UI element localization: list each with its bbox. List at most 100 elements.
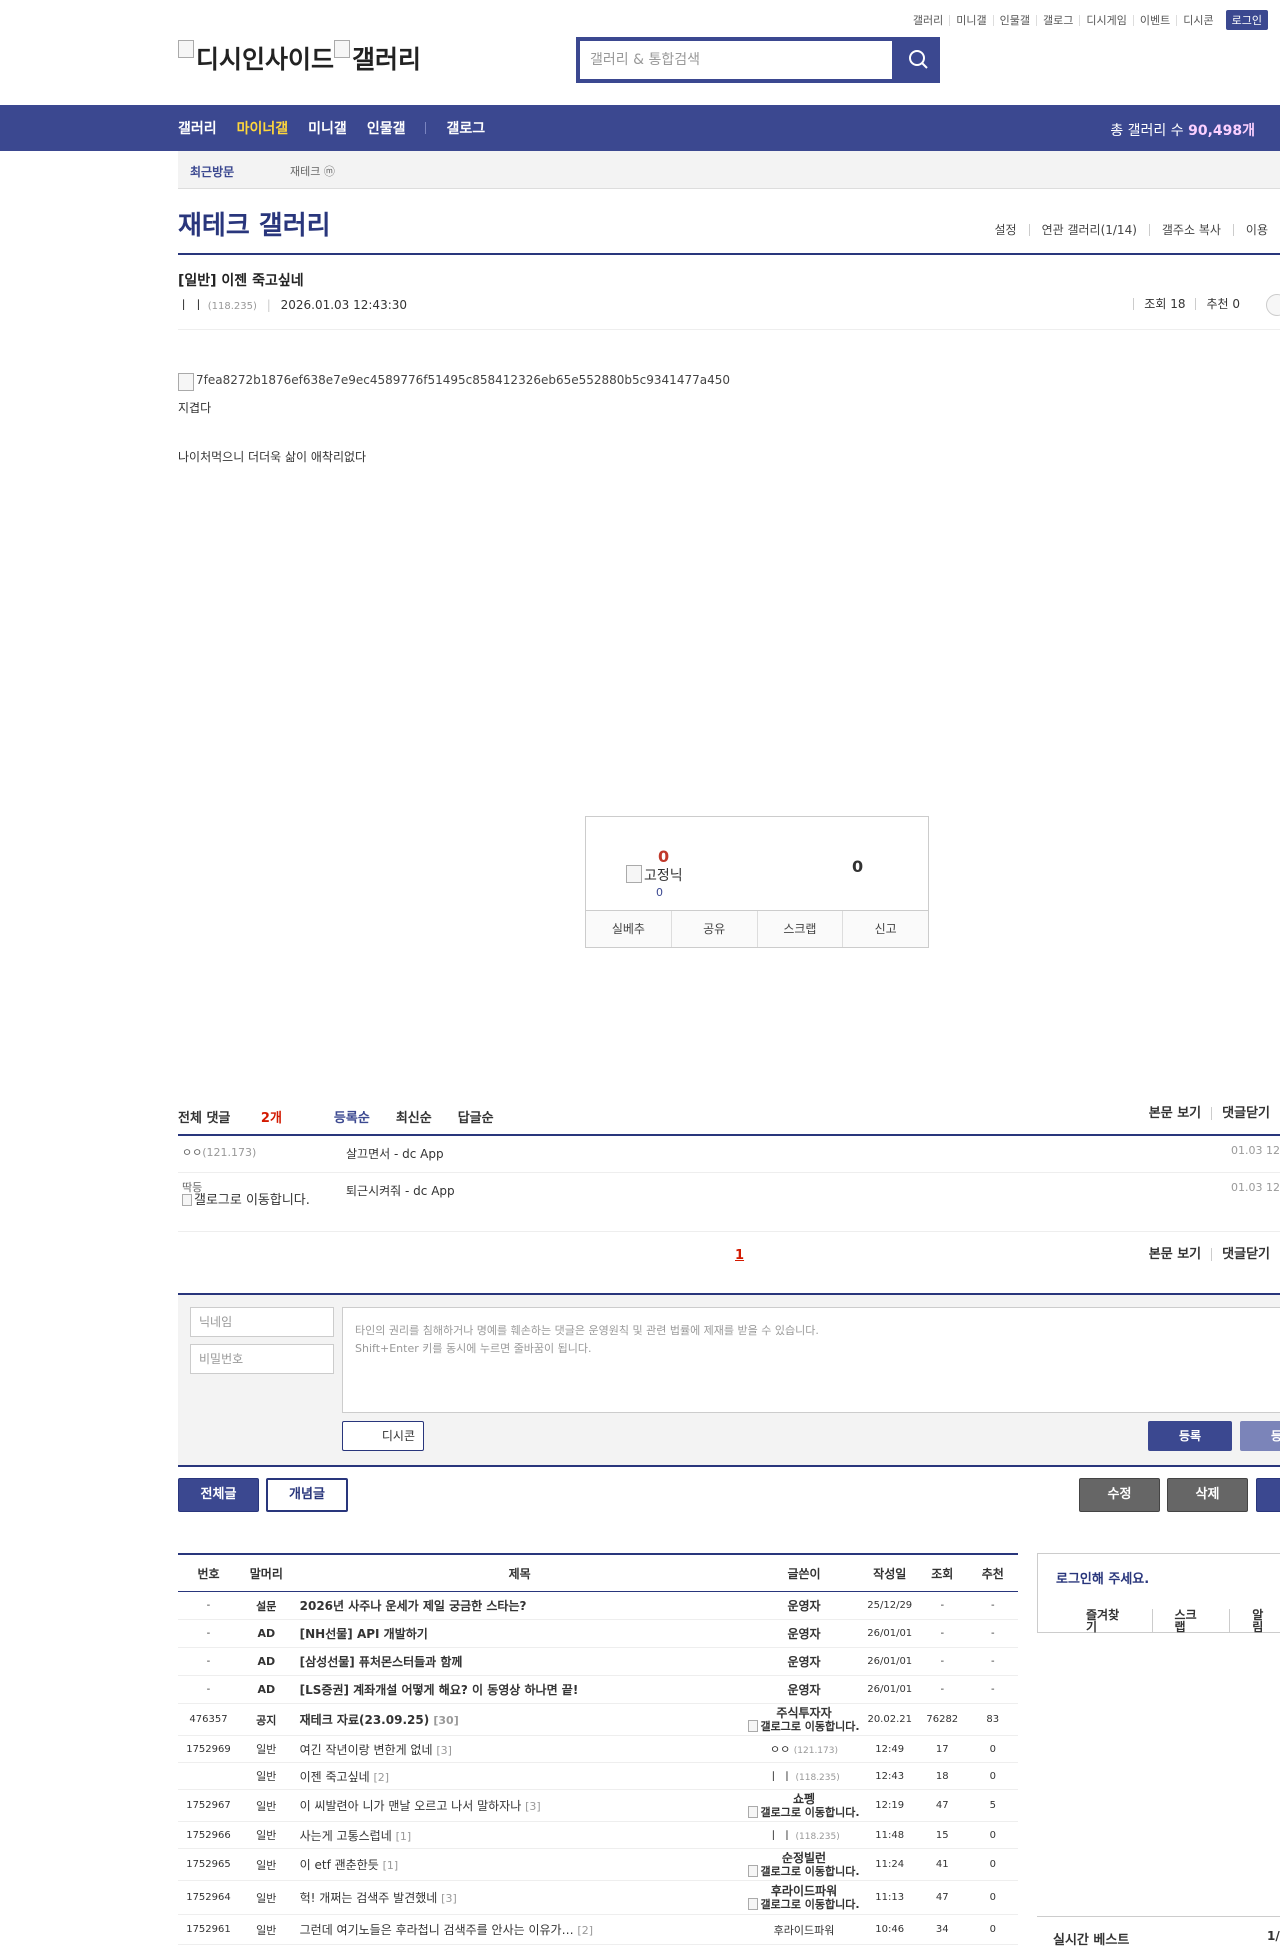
writer-name[interactable]: 운영자 [787, 1683, 820, 1697]
comment-nick[interactable]: ㅇㅇ(121.173) [182, 1144, 256, 1160]
view-body-button[interactable]: 본문 보기 [1139, 1107, 1211, 1120]
post-title-link[interactable]: 사는게 고통스럽네 [300, 1829, 392, 1843]
nav-minor-gallery[interactable]: 마이너갤 [237, 118, 289, 138]
top-link-dccon[interactable]: 디시콘 [1176, 14, 1219, 26]
notifications-link[interactable]: 알림 [1229, 1609, 1280, 1633]
share-button[interactable]: 공유 [670, 911, 757, 947]
dccon-button[interactable]: 디시콘 [342, 1421, 424, 1451]
view-body-button[interactable]: 본문 보기 [1139, 1248, 1211, 1261]
post-row[interactable]: 1752969 일반 여긴 작년이랑 변한게 없네 [3] ㅇㅇ (121.173) 1… [178, 1735, 1018, 1763]
not-recommend-count[interactable]: 0 [852, 857, 863, 876]
post-title-link[interactable]: [삼성선물] 퓨처몬스터들과 함께 [300, 1655, 463, 1669]
writer-name[interactable]: 후라이드파워 [774, 1924, 835, 1937]
post-title-link[interactable]: 이젠 죽고싶네 [300, 1770, 370, 1784]
comment-nick[interactable]: 딱등 갤로그로 이동합니다. [182, 1181, 312, 1207]
nav-mini-gallery[interactable]: 미니갤 [308, 118, 347, 138]
gallog-link[interactable]: 갤로그로 이동합니다. [760, 1806, 859, 1819]
reply-count[interactable]: [30] [433, 1714, 458, 1727]
sort-replies[interactable]: 답글순 [458, 1107, 494, 1126]
post-title-cell[interactable]: 사는게 고통스럽네 [1] [293, 1821, 746, 1849]
post-row[interactable]: 1752967 일반 이 씨발련아 니가 맨날 오르고 나서 말하자나 [3] 쇼펭 갤… [178, 1789, 1018, 1822]
post-option-button[interactable] [1266, 294, 1280, 316]
reply-count[interactable]: [2] [374, 1771, 390, 1784]
post-title-link[interactable]: 헉! 개쩌는 검색주 발견했네 [300, 1891, 438, 1905]
post-title-cell[interactable]: [LS증권] 계좌개설 어떻게 해요? 이 동영상 하나면 끝! [293, 1675, 746, 1704]
post-row[interactable]: 1752965 일반 이 etf 괜춘한듯 [1] 순정빌런 갤로그로 이동합니다. 11… [178, 1848, 1018, 1881]
post-row[interactable]: - AD [LS증권] 계좌개설 어떻게 해요? 이 동영상 하나면 끝! 운영자 2… [178, 1675, 1018, 1704]
scrap-button[interactable]: 스크랩 [756, 911, 843, 947]
post-row[interactable]: 1752964 일반 헉! 개쩌는 검색주 발견했네 [3] 후라이드파워 갤로그로 이… [178, 1880, 1018, 1915]
writer-name[interactable]: ㅇㅇ [770, 1743, 790, 1756]
top-link-person[interactable]: 인물갤 [992, 14, 1036, 26]
usage-link[interactable]: 이용 [1232, 224, 1280, 236]
close-comments-button[interactable]: 댓글닫기 [1211, 1248, 1280, 1261]
gallog-link[interactable]: 갤로그로 이동합니다. [194, 1193, 310, 1208]
post-title-link[interactable]: 그런데 여기노들은 후라첩니 검색주를 안사는 이유가… [300, 1923, 574, 1937]
concept-posts-button[interactable]: 개념글 [266, 1478, 348, 1512]
post-row[interactable]: 일반 이젠 죽고싶네 [2] ㅣ ㅣ (118.235) 12:43 18 0 [178, 1762, 1018, 1790]
post-title-cell[interactable]: 그런데 여기노들은 후라첩니 검색주를 안사는 이유가… [2] [293, 1914, 746, 1945]
writer-name[interactable]: ㅣ ㅣ [768, 1829, 792, 1842]
write-button[interactable] [1256, 1478, 1280, 1512]
reply-count[interactable]: [3] [441, 1892, 457, 1905]
login-prompt[interactable]: 로그인해 주세요. [1056, 1568, 1149, 1587]
writer-name[interactable]: 후라이드파워 [746, 1884, 863, 1898]
comment-page-number[interactable]: 1 [735, 1248, 744, 1263]
password-input[interactable] [190, 1344, 334, 1374]
gallery-settings-link[interactable]: 설정 [982, 224, 1028, 236]
post-row[interactable]: 1752961 일반 그런데 여기노들은 후라첩니 검색주를 안사는 이유가… [2… [178, 1914, 1018, 1945]
gallog-link[interactable]: 갤로그로 이동합니다. [760, 1865, 859, 1878]
post-title-cell[interactable]: 이 etf 괜춘한듯 [1] [293, 1848, 746, 1881]
writer-name[interactable]: 순정빌런 [746, 1851, 863, 1865]
post-title-cell[interactable]: [NH선물] API 개발하기 [293, 1619, 746, 1648]
top-link-event[interactable]: 이벤트 [1132, 14, 1176, 26]
post-title-cell[interactable]: 이 씨발련아 니가 맨날 오르고 나서 말하자나 [3] [293, 1789, 746, 1822]
post-title-link[interactable]: 이 씨발련아 니가 맨날 오르고 나서 말하자나 [300, 1799, 522, 1813]
recent-visits-label[interactable]: 최근방문 [190, 163, 234, 180]
scrap-link[interactable]: 스크랩 [1151, 1609, 1230, 1633]
writer-name[interactable]: 운영자 [787, 1599, 820, 1613]
delete-button[interactable]: 삭제 [1167, 1478, 1248, 1512]
post-title-link[interactable]: [LS증권] 계좌개설 어떻게 해요? 이 동영상 하나면 끝! [300, 1683, 579, 1697]
edit-button[interactable]: 수정 [1079, 1478, 1160, 1512]
recommend-count[interactable]: 0 [658, 847, 669, 866]
sort-registered[interactable]: 등록순 [334, 1107, 370, 1126]
writer-name[interactable]: ㅣ ㅣ [768, 1770, 792, 1783]
nav-gallery[interactable]: 갤러리 [178, 118, 217, 138]
nickname-input[interactable] [190, 1307, 334, 1337]
nav-gallog[interactable]: 갤로그 [446, 118, 485, 138]
recent-visit-item[interactable]: 재테크 ⓜ [290, 163, 335, 179]
gallog-link[interactable]: 갤로그로 이동합니다. [760, 1898, 859, 1911]
reply-count[interactable]: [3] [525, 1800, 541, 1813]
nav-person-gallery[interactable]: 인물갤 [367, 118, 406, 138]
post-row[interactable]: 1752966 일반 사는게 고통스럽네 [1] ㅣ ㅣ (118.235) 11:48… [178, 1821, 1018, 1849]
post-row[interactable]: - AD [NH선물] API 개발하기 운영자 26/01/01- - [178, 1619, 1018, 1648]
post-title-cell[interactable]: 2026년 사주나 운세가 제일 궁금한 스타는? [293, 1591, 746, 1620]
reply-count[interactable]: [1] [396, 1830, 412, 1843]
top-link-gallery[interactable]: 갤러리 [907, 15, 949, 26]
comment-register-button[interactable]: 등록 [1148, 1421, 1232, 1451]
post-title-link[interactable]: [NH선물] API 개발하기 [300, 1627, 428, 1641]
post-author[interactable]: ㅣ ㅣ [178, 298, 204, 312]
comment-textarea[interactable]: 타인의 권리를 침해하거나 명예를 훼손하는 댓글은 운영원칙 및 관련 법률에… [342, 1307, 1280, 1413]
top-link-gallog[interactable]: 갤로그 [1036, 14, 1079, 26]
gallery-title[interactable]: 재테크 갤러리 [178, 205, 331, 242]
post-row[interactable]: 476357 공지 재테크 자료(23.09.25) [30] 주식투자자 갤로그로 이… [178, 1703, 1018, 1736]
writer-name[interactable]: 운영자 [787, 1655, 820, 1669]
related-gallery-link[interactable]: 연관 갤러리(1/14) [1028, 224, 1149, 236]
post-title-link[interactable]: 여긴 작년이랑 변한게 없네 [300, 1743, 433, 1757]
copy-gallery-address-link[interactable]: 갤주소 복사 [1148, 224, 1233, 236]
post-row[interactable]: - AD [삼성선물] 퓨처몬스터들과 함께 운영자 26/01/01- - [178, 1647, 1018, 1676]
reply-count[interactable]: [1] [383, 1859, 399, 1872]
post-title-link[interactable]: 재테크 자료(23.09.25) [300, 1713, 430, 1727]
post-title-cell[interactable]: 여긴 작년이랑 변한게 없네 [3] [293, 1735, 746, 1763]
sort-latest[interactable]: 최신순 [396, 1107, 432, 1126]
login-button[interactable]: 로그인 [1225, 10, 1268, 30]
best-recommend-button[interactable]: 실베추 [586, 911, 671, 947]
writer-name[interactable]: 주식투자자 [746, 1706, 863, 1720]
top-link-minigal[interactable]: 미니갤 [949, 14, 992, 26]
report-button[interactable]: 신고 [842, 911, 928, 947]
search-button[interactable] [896, 37, 940, 83]
reply-count[interactable]: [2] [577, 1924, 593, 1937]
site-logo[interactable]: 디시인사이드 갤러리 [178, 40, 421, 76]
